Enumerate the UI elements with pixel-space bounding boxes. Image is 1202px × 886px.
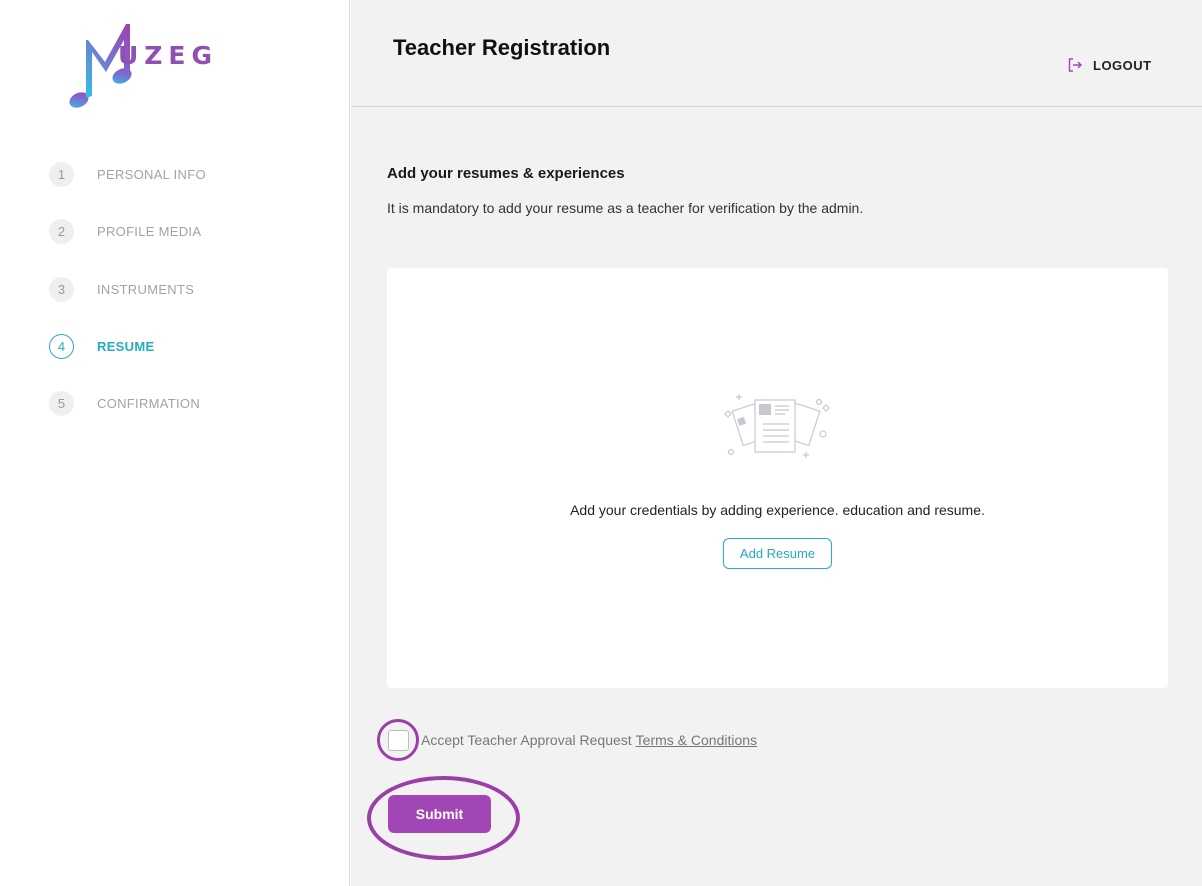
add-resume-button[interactable]: Add Resume xyxy=(723,538,832,569)
step-instruments[interactable]: 3 INSTRUMENTS xyxy=(49,276,329,334)
logout-icon xyxy=(1068,58,1082,72)
step-label: PERSONAL INFO xyxy=(97,167,206,182)
step-label: PROFILE MEDIA xyxy=(97,224,202,240)
registration-steps: 1 PERSONAL INFO 2 PROFILE MEDIA 3 INSTRU… xyxy=(49,162,329,448)
step-profile-media[interactable]: 2 PROFILE MEDIA xyxy=(49,219,329,276)
step-number: 3 xyxy=(49,276,74,302)
submit-button[interactable]: Submit xyxy=(388,795,491,833)
terms-conditions-link[interactable]: Terms & Conditions xyxy=(636,732,757,748)
page-title: Teacher Registration xyxy=(393,35,611,60)
step-label: RESUME xyxy=(97,338,155,354)
terms-acceptance: Accept Teacher Approval Request Terms & … xyxy=(377,719,757,761)
step-confirmation[interactable]: 5 CONFIRMATION xyxy=(49,391,329,448)
step-label: CONFIRMATION xyxy=(97,396,201,412)
accept-terms-checkbox[interactable] xyxy=(387,729,409,751)
step-number: 4 xyxy=(49,333,74,359)
step-personal-info[interactable]: 1 PERSONAL INFO xyxy=(49,162,329,219)
main-content: Teacher Registration LOGOUT Add your res… xyxy=(351,0,1202,886)
empty-state-message: Add your credentials by adding experienc… xyxy=(570,502,985,518)
sidebar: UZEG 1 PERSONAL INFO 2 PROFILE MEDIA 3 I… xyxy=(0,0,350,886)
accept-terms-label: Accept Teacher Approval Request xyxy=(421,732,632,748)
resume-documents-icon xyxy=(724,394,830,458)
resume-card: Add your credentials by adding experienc… xyxy=(387,268,1168,688)
step-number: 1 xyxy=(49,162,74,187)
checkbox-highlight-ring xyxy=(377,719,419,761)
step-label: INSTRUMENTS xyxy=(97,281,195,297)
brand-name: UZEG xyxy=(118,41,219,70)
logout-label: LOGOUT xyxy=(1093,57,1152,73)
logout-button[interactable]: LOGOUT xyxy=(1067,57,1152,73)
step-number: 5 xyxy=(49,391,74,417)
section-title: Add your resumes & experiences xyxy=(387,165,625,182)
page-header: Teacher Registration LOGOUT xyxy=(351,0,1202,107)
section-subtitle: It is mandatory to add your resume as a … xyxy=(387,200,864,216)
step-number: 2 xyxy=(49,219,74,245)
step-resume[interactable]: 4 RESUME xyxy=(49,333,329,391)
